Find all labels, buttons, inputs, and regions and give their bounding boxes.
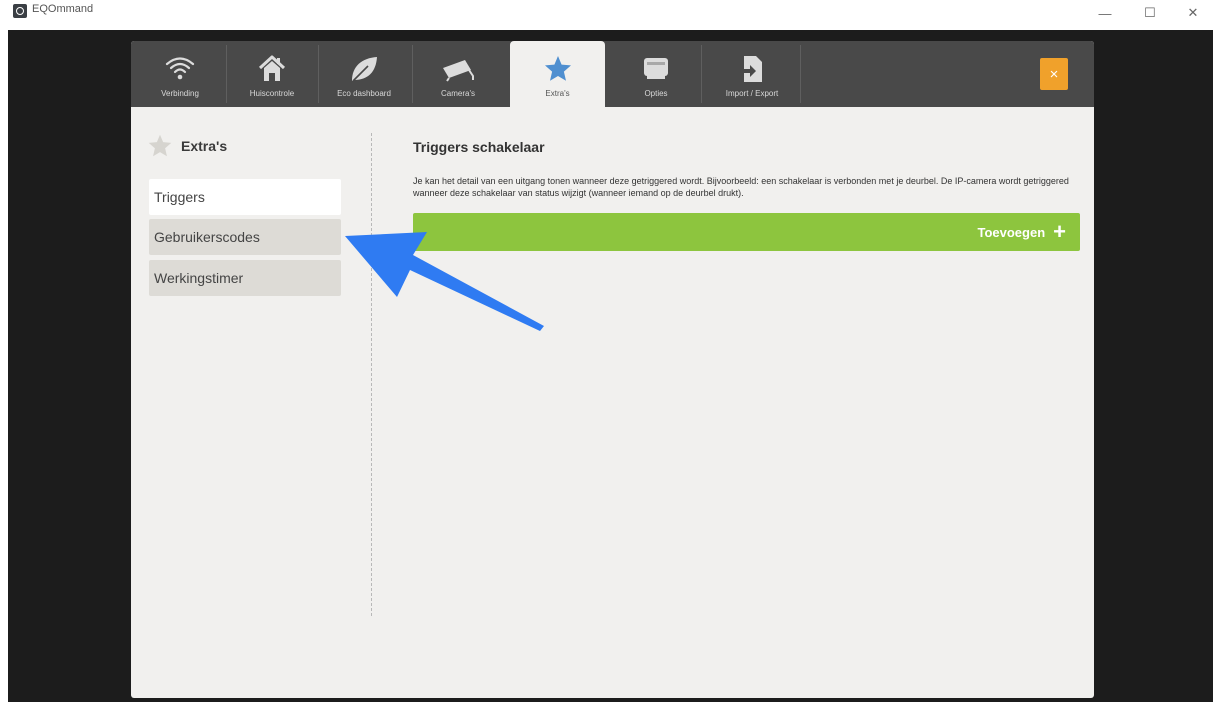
app-logo-icon xyxy=(13,4,27,18)
close-panel-button[interactable]: × xyxy=(1040,58,1068,90)
tab-extras[interactable]: Extra's xyxy=(510,41,605,107)
window-close-button[interactable]: ✕ xyxy=(1173,0,1213,26)
tab-divider xyxy=(318,45,319,103)
page-title: Triggers schakelaar xyxy=(413,139,545,155)
tab-label: Extra's xyxy=(545,89,570,98)
wifi-icon xyxy=(160,53,200,85)
import-export-icon xyxy=(732,53,772,85)
add-trigger-button[interactable]: Toevoegen + xyxy=(413,213,1080,251)
add-button-label: Toevoegen xyxy=(977,224,1046,240)
maximize-button[interactable]: ☐ xyxy=(1130,0,1170,26)
sidebar-item-label: Werkingstimer xyxy=(154,270,244,286)
tab-label: Import / Export xyxy=(725,89,779,98)
tab-label: Opties xyxy=(644,89,668,98)
sidebar-item-werkingstimer[interactable]: Werkingstimer xyxy=(149,260,341,296)
tab-label: Verbinding xyxy=(161,89,199,98)
app-panel: Verbinding Huiscontrole Eco dashboard Ca… xyxy=(131,41,1094,698)
star-icon xyxy=(538,53,578,85)
tab-verbinding[interactable]: Verbinding xyxy=(139,41,221,107)
tab-label: Huiscontrole xyxy=(249,89,295,98)
tab-opties[interactable]: Opties xyxy=(615,41,697,107)
sidebar-header: Extra's xyxy=(147,133,227,159)
tab-cameras[interactable]: Camera's xyxy=(417,41,499,107)
house-icon xyxy=(252,53,292,85)
page-description: Je kan het detail van een uitgang tonen … xyxy=(413,176,1069,198)
windows-icon xyxy=(636,53,676,85)
tab-import-export[interactable]: Import / Export xyxy=(705,41,799,107)
sidebar-item-gebruikerscodes[interactable]: Gebruikerscodes xyxy=(149,219,341,255)
tab-huiscontrole[interactable]: Huiscontrole xyxy=(231,41,313,107)
sidebar-item-triggers[interactable]: Triggers xyxy=(149,179,341,215)
sidebar-item-label: Triggers xyxy=(154,189,205,205)
sidebar-item-label: Gebruikerscodes xyxy=(154,229,260,245)
window-title: EQOmmand xyxy=(32,3,94,15)
window-titlebar: EQOmmand — ☐ ✕ xyxy=(0,0,1213,30)
sidebar-title: Extra's xyxy=(181,138,228,154)
star-icon xyxy=(147,133,173,159)
tab-divider xyxy=(226,45,227,103)
tab-label: Camera's xyxy=(441,89,475,98)
top-navigation: Verbinding Huiscontrole Eco dashboard Ca… xyxy=(131,41,1094,107)
tab-divider xyxy=(412,45,413,103)
camera-icon xyxy=(438,53,478,85)
tab-eco-dashboard[interactable]: Eco dashboard xyxy=(323,41,405,107)
plus-icon: + xyxy=(1053,219,1066,244)
tab-label: Eco dashboard xyxy=(337,89,391,98)
minimize-button[interactable]: — xyxy=(1085,0,1125,26)
tab-divider xyxy=(800,45,801,103)
tab-divider xyxy=(701,45,702,103)
leaf-icon xyxy=(344,53,384,85)
panel-divider xyxy=(371,133,372,616)
